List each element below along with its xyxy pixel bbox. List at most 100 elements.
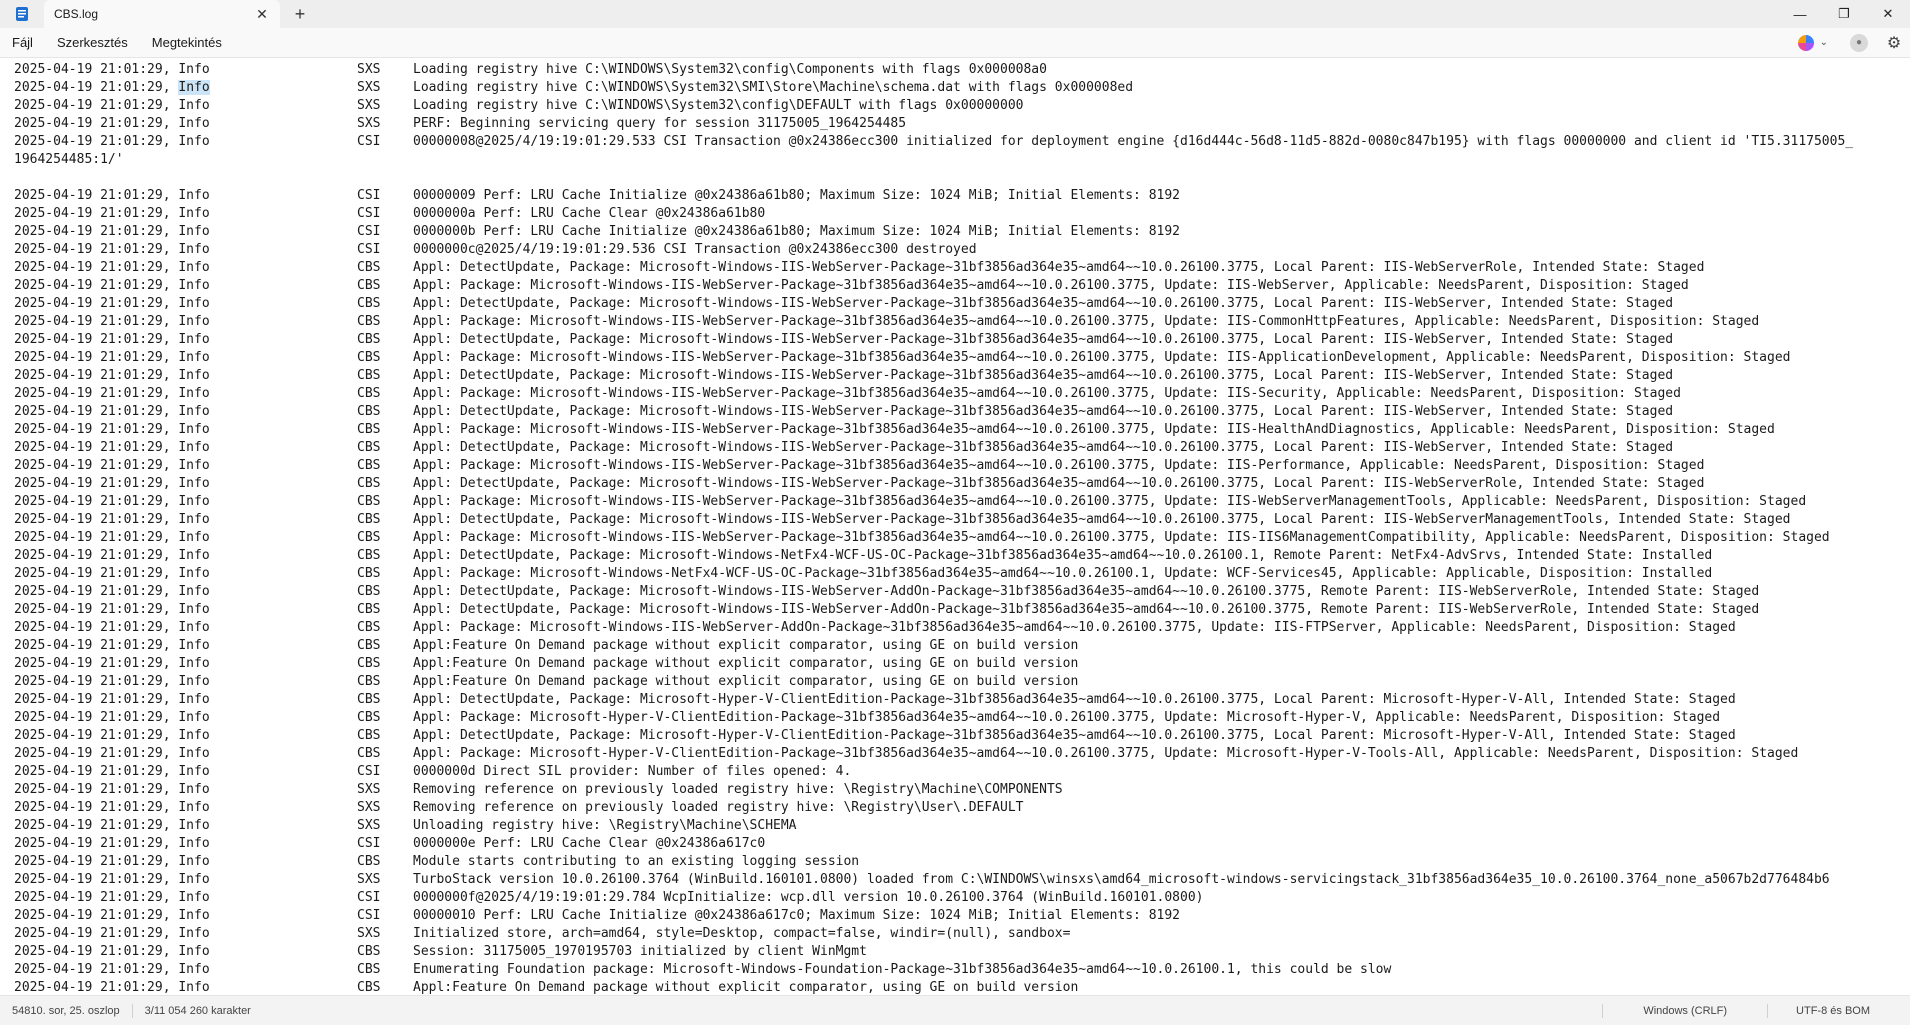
- log-message: Appl: DetectUpdate, Package: Microsoft-H…: [413, 728, 1736, 743]
- log-message: Appl: DetectUpdate, Package: Microsoft-W…: [413, 404, 1674, 419]
- log-line: 2025-04-19 21:01:29, Info CBS Appl: Packag…: [14, 313, 1853, 331]
- log-message: Appl: Package: Microsoft-Windows-IIS-Web…: [413, 530, 1830, 545]
- log-message: Appl: Package: Microsoft-Windows-IIS-Web…: [413, 458, 1705, 473]
- log-line: 2025-04-19 21:01:29, Info CSI 00000008@202…: [14, 133, 1853, 151]
- log-message: 0000000f@2025/4/19:19:01:29.784 WcpIniti…: [413, 890, 1204, 905]
- encoding[interactable]: UTF-8 és BOM: [1768, 1005, 1910, 1017]
- log-line: 2025-04-19 21:01:29, Info CSI 0000000d Dir…: [14, 763, 1853, 781]
- log-source: CBS: [357, 584, 381, 599]
- log-message: 00000008@2025/4/19:19:01:29.533 CSI Tran…: [413, 134, 1854, 149]
- log-source: CBS: [357, 404, 381, 419]
- log-source: SXS: [357, 926, 381, 941]
- log-message: Session: 31175005_1970195703 initialized…: [413, 944, 867, 959]
- log-line: 2025-04-19 21:01:29, Info CBS Appl: Detect…: [14, 331, 1853, 349]
- log-timestamp: 2025-04-19 21:01:29, Info: [14, 728, 210, 743]
- log-source: CBS: [357, 314, 381, 329]
- log-source: CBS: [357, 620, 381, 635]
- log-message: Unloading registry hive: \Registry\Machi…: [413, 818, 797, 833]
- log-timestamp: 2025-04-19 21:01:29, Info: [14, 368, 210, 383]
- log-source: CBS: [357, 728, 381, 743]
- log-message: Appl: DetectUpdate, Package: Microsoft-W…: [413, 512, 1791, 527]
- log-line: 2025-04-19 21:01:29, Info SXS Loading regi…: [14, 79, 1853, 97]
- log-timestamp: 2025-04-19 21:01:29, Info: [14, 296, 210, 311]
- log-timestamp: 2025-04-19 21:01:29, Info: [14, 260, 210, 275]
- log-message: Appl: Package: Microsoft-Windows-IIS-Web…: [413, 422, 1775, 437]
- log-source: CSI: [357, 908, 381, 923]
- log-source: SXS: [357, 800, 381, 815]
- log-timestamp: 2025-04-19 21:01:29, Info: [14, 278, 210, 293]
- log-timestamp: 2025-04-19 21:01:29, Info: [14, 764, 210, 779]
- log-lines: 2025-04-19 21:01:29, Info SXS Loading regi…: [14, 61, 1853, 995]
- log-source: CBS: [357, 638, 381, 653]
- log-source: CBS: [357, 296, 381, 311]
- log-line: 2025-04-19 21:01:29, Info CBS Appl:Feature…: [14, 673, 1853, 691]
- log-timestamp: 2025-04-19 21:01:29, Info: [14, 872, 210, 887]
- log-timestamp: 2025-04-19 21:01:29, Info: [14, 314, 210, 329]
- log-timestamp: 2025-04-19 21:01:29, Info: [14, 620, 210, 635]
- log-timestamp: 2025-04-19 21:01:29, Info: [14, 62, 210, 77]
- maximize-button[interactable]: ❐: [1822, 0, 1866, 28]
- vertical-scrollbar[interactable]: [1904, 58, 1910, 995]
- copilot-button[interactable]: ⌄: [1790, 30, 1836, 56]
- menu-edit[interactable]: Szerkesztés: [45, 28, 140, 58]
- log-line: 2025-04-19 21:01:29, Info CBS Appl: Detect…: [14, 295, 1853, 313]
- log-line: 2025-04-19 21:01:29, Info CSI 0000000e Per…: [14, 835, 1853, 853]
- character-count: 3/11 054 260 karakter: [144, 1004, 251, 1017]
- log-line: 2025-04-19 21:01:29, Info CBS Appl: Packag…: [14, 493, 1853, 511]
- log-source: CBS: [357, 350, 381, 365]
- log-line: 2025-04-19 21:01:29, Info CBS Appl: Packag…: [14, 745, 1853, 763]
- log-timestamp: 2025-04-19 21:01:29, Info: [14, 638, 210, 653]
- log-line: 2025-04-19 21:01:29, Info CBS Appl: Detect…: [14, 259, 1853, 277]
- log-message: Appl: DetectUpdate, Package: Microsoft-W…: [413, 332, 1674, 347]
- log-source: CBS: [357, 710, 381, 725]
- text-editor[interactable]: 2025-04-19 21:01:29, Info SXS Loading regi…: [0, 58, 1910, 995]
- log-timestamp: 2025-04-19 21:01:29, Info: [14, 800, 210, 815]
- log-line: 2025-04-19 21:01:29, Info CSI 0000000f@202…: [14, 889, 1853, 907]
- log-source: CSI: [357, 134, 381, 149]
- line-ending[interactable]: Windows (CRLF): [1603, 1005, 1767, 1017]
- log-timestamp: 2025-04-19 21:01:29, Info: [14, 116, 210, 131]
- log-timestamp: 2025-04-19 21:01:29, Info: [14, 422, 210, 437]
- log-timestamp: 2025-04-19 21:01:29, Info: [14, 908, 210, 923]
- log-line: 2025-04-19 21:01:29, Info CBS Enumerating …: [14, 961, 1853, 979]
- log-message: 0000000a Perf: LRU Cache Clear @0x24386a…: [413, 206, 766, 221]
- log-source: CSI: [357, 836, 381, 851]
- log-timestamp: 2025-04-19 21:01:29, Info: [14, 404, 210, 419]
- log-timestamp: 2025-04-19 21:01:29, Info: [14, 188, 210, 203]
- new-tab-button[interactable]: +: [280, 0, 320, 28]
- account-icon[interactable]: ●: [1850, 33, 1868, 52]
- log-source: CBS: [357, 674, 381, 689]
- close-tab-icon[interactable]: ✕: [252, 4, 272, 24]
- log-message: 0000000b Perf: LRU Cache Initialize @0x2…: [413, 224, 1181, 239]
- close-button[interactable]: ✕: [1866, 0, 1910, 28]
- log-line: 2025-04-19 21:01:29, Info CBS Module start…: [14, 853, 1853, 871]
- log-timestamp: 2025-04-19 21:01:29, Info: [14, 746, 210, 761]
- log-timestamp: 2025-04-19 21:01:29, Info: [14, 386, 210, 401]
- text-selection: Info: [178, 80, 210, 95]
- log-message: Appl: DetectUpdate, Package: Microsoft-W…: [413, 440, 1674, 455]
- log-message: Removing reference on previously loaded …: [413, 782, 1063, 797]
- log-line: 2025-04-19 21:01:29, Info CSI 0000000a Per…: [14, 205, 1853, 223]
- log-line: 2025-04-19 21:01:29, Info CBS Appl:Feature…: [14, 637, 1853, 655]
- log-source: CBS: [357, 530, 381, 545]
- log-source: SXS: [357, 98, 381, 113]
- log-message: Loading registry hive C:\WINDOWS\System3…: [413, 62, 1047, 77]
- gear-icon[interactable]: ⚙: [1882, 31, 1906, 55]
- log-timestamp: 2025-04-19 21:01:29, Info: [14, 494, 210, 509]
- log-line: 2025-04-19 21:01:29, Info SXS TurboStack v…: [14, 871, 1853, 889]
- log-message: Appl: DetectUpdate, Package: Microsoft-H…: [413, 692, 1736, 707]
- menu-file[interactable]: Fájl: [0, 28, 45, 58]
- log-timestamp: 2025-04-19 21:01:29, Info: [14, 656, 210, 671]
- log-line: 2025-04-19 21:01:29, Info CBS Appl: Detect…: [14, 601, 1853, 619]
- log-message: Appl: Package: Microsoft-Windows-IIS-Web…: [413, 494, 1807, 509]
- title-bar-drag-area[interactable]: [320, 0, 1778, 28]
- log-line: 2025-04-19 21:01:29, Info CBS Appl: Packag…: [14, 277, 1853, 295]
- menu-view[interactable]: Megtekintés: [140, 28, 234, 58]
- log-timestamp: 2025-04-19 21:01:29, Info: [14, 566, 210, 581]
- log-source: CBS: [357, 980, 381, 995]
- log-line: 2025-04-19 21:01:29, Info CSI 0000000c@202…: [14, 241, 1853, 259]
- minimize-button[interactable]: —: [1778, 0, 1822, 28]
- tab-cbs-log[interactable]: CBS.log ✕: [44, 0, 280, 28]
- log-source: SXS: [357, 62, 381, 77]
